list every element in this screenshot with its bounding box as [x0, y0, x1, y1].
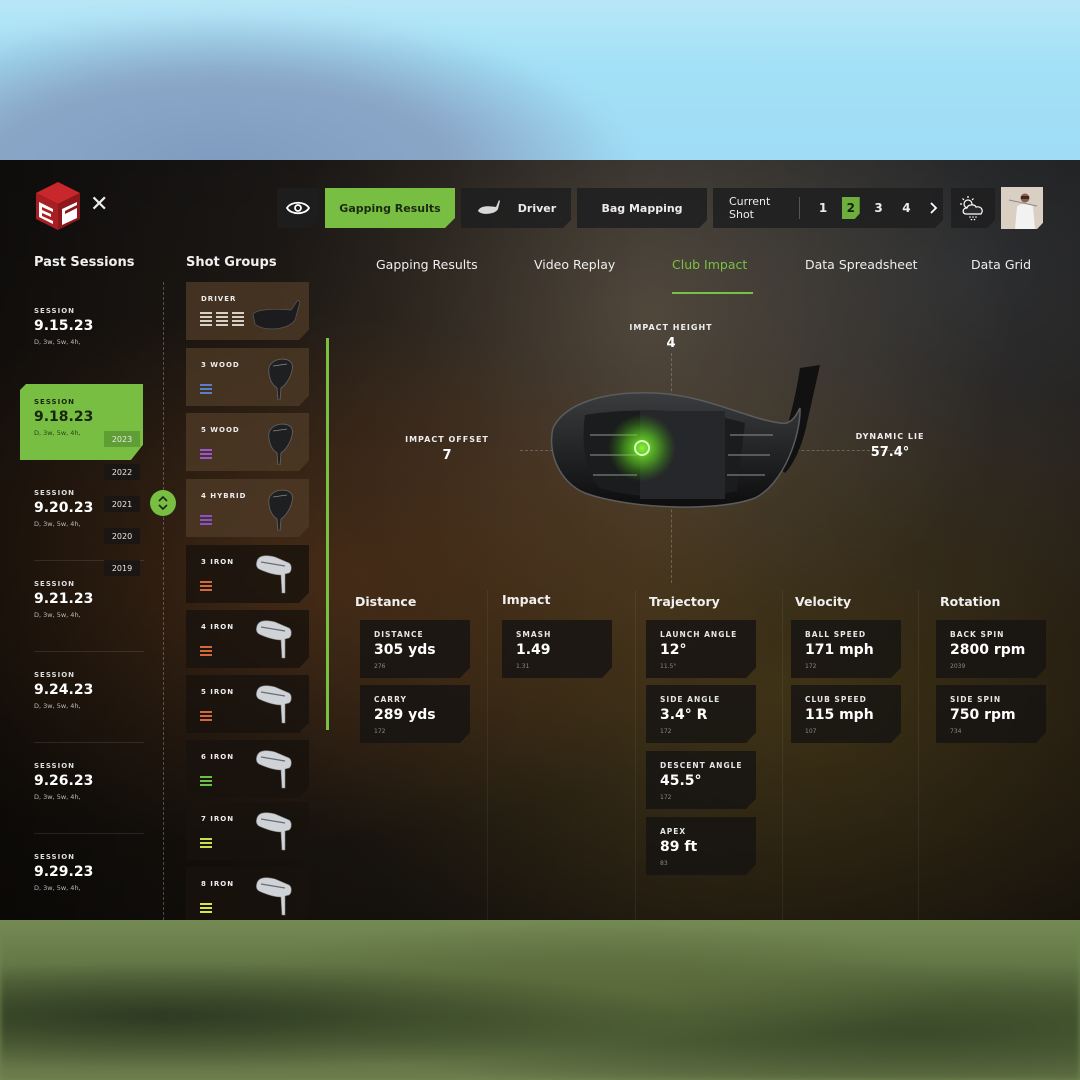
- metric-sub: 83: [660, 860, 668, 867]
- metric-card[interactable]: SMASH 1.49 1.31: [502, 620, 612, 678]
- divider: [635, 590, 636, 920]
- metric-card[interactable]: SIDE SPIN 750 rpm 734: [936, 685, 1046, 743]
- metric-sub: 107: [805, 728, 817, 735]
- metric-group-title: Trajectory: [649, 594, 720, 609]
- metric-group-title: Rotation: [940, 594, 1001, 609]
- metric-card[interactable]: LAUNCH ANGLE 12° 11.5°: [646, 620, 756, 678]
- metric-label: DESCENT ANGLE: [660, 761, 743, 770]
- metric-sub: 172: [805, 663, 817, 670]
- metric-value: 115 mph: [805, 707, 874, 723]
- metric-label: BALL SPEED: [805, 630, 867, 639]
- metric-group-title: Impact: [502, 592, 551, 607]
- metric-card[interactable]: CARRY 289 yds 172: [360, 685, 470, 743]
- metric-sub: 172: [374, 728, 386, 735]
- metric-group-title: Distance: [355, 594, 417, 609]
- metric-label: CLUB SPEED: [805, 695, 867, 704]
- metric-value: 3.4° R: [660, 707, 708, 723]
- metric-label: CARRY: [374, 695, 407, 704]
- metric-value: 12°: [660, 642, 687, 658]
- metric-value: 305 yds: [374, 642, 436, 658]
- metric-value: 750 rpm: [950, 707, 1016, 723]
- metric-value: 171 mph: [805, 642, 874, 658]
- metric-label: SIDE ANGLE: [660, 695, 721, 704]
- metric-card[interactable]: BACK SPIN 2800 rpm 2039: [936, 620, 1046, 678]
- metric-card[interactable]: SIDE ANGLE 3.4° R 172: [646, 685, 756, 743]
- metric-label: SIDE SPIN: [950, 695, 1002, 704]
- metric-sub: 11.5°: [660, 663, 677, 670]
- metric-card[interactable]: CLUB SPEED 115 mph 107: [791, 685, 901, 743]
- metric-sub: 2039: [950, 663, 966, 670]
- background-mountain: [0, 10, 640, 160]
- metric-sub: 172: [660, 794, 672, 801]
- divider: [487, 590, 488, 920]
- metric-label: APEX: [660, 827, 687, 836]
- metric-label: SMASH: [516, 630, 552, 639]
- background-sky: [0, 0, 1080, 160]
- metric-card[interactable]: BALL SPEED 171 mph 172: [791, 620, 901, 678]
- metric-value: 289 yds: [374, 707, 436, 723]
- metric-sub: 1.31: [516, 663, 530, 670]
- metric-sub: 276: [374, 663, 386, 670]
- metric-value: 1.49: [516, 642, 551, 658]
- metric-label: LAUNCH ANGLE: [660, 630, 738, 639]
- metric-card[interactable]: APEX 89 ft 83: [646, 817, 756, 875]
- divider: [918, 590, 919, 920]
- metrics-panel: Distance DISTANCE 305 yds 276 CARRY 289 yds 17…: [0, 160, 1080, 920]
- metric-sub: 172: [660, 728, 672, 735]
- app-panel: ✕ Gapping Results Driver Bag Mapping Cur…: [0, 160, 1080, 920]
- metric-group-title: Velocity: [795, 594, 852, 609]
- metric-value: 89 ft: [660, 839, 698, 855]
- metric-label: DISTANCE: [374, 630, 424, 639]
- background-ground: [0, 920, 1080, 1080]
- metric-card[interactable]: DISTANCE 305 yds 276: [360, 620, 470, 678]
- metric-sub: 734: [950, 728, 962, 735]
- metric-value: 45.5°: [660, 773, 702, 789]
- metric-value: 2800 rpm: [950, 642, 1026, 658]
- metric-card[interactable]: DESCENT ANGLE 45.5° 172: [646, 751, 756, 809]
- metric-label: BACK SPIN: [950, 630, 1005, 639]
- divider: [782, 590, 783, 920]
